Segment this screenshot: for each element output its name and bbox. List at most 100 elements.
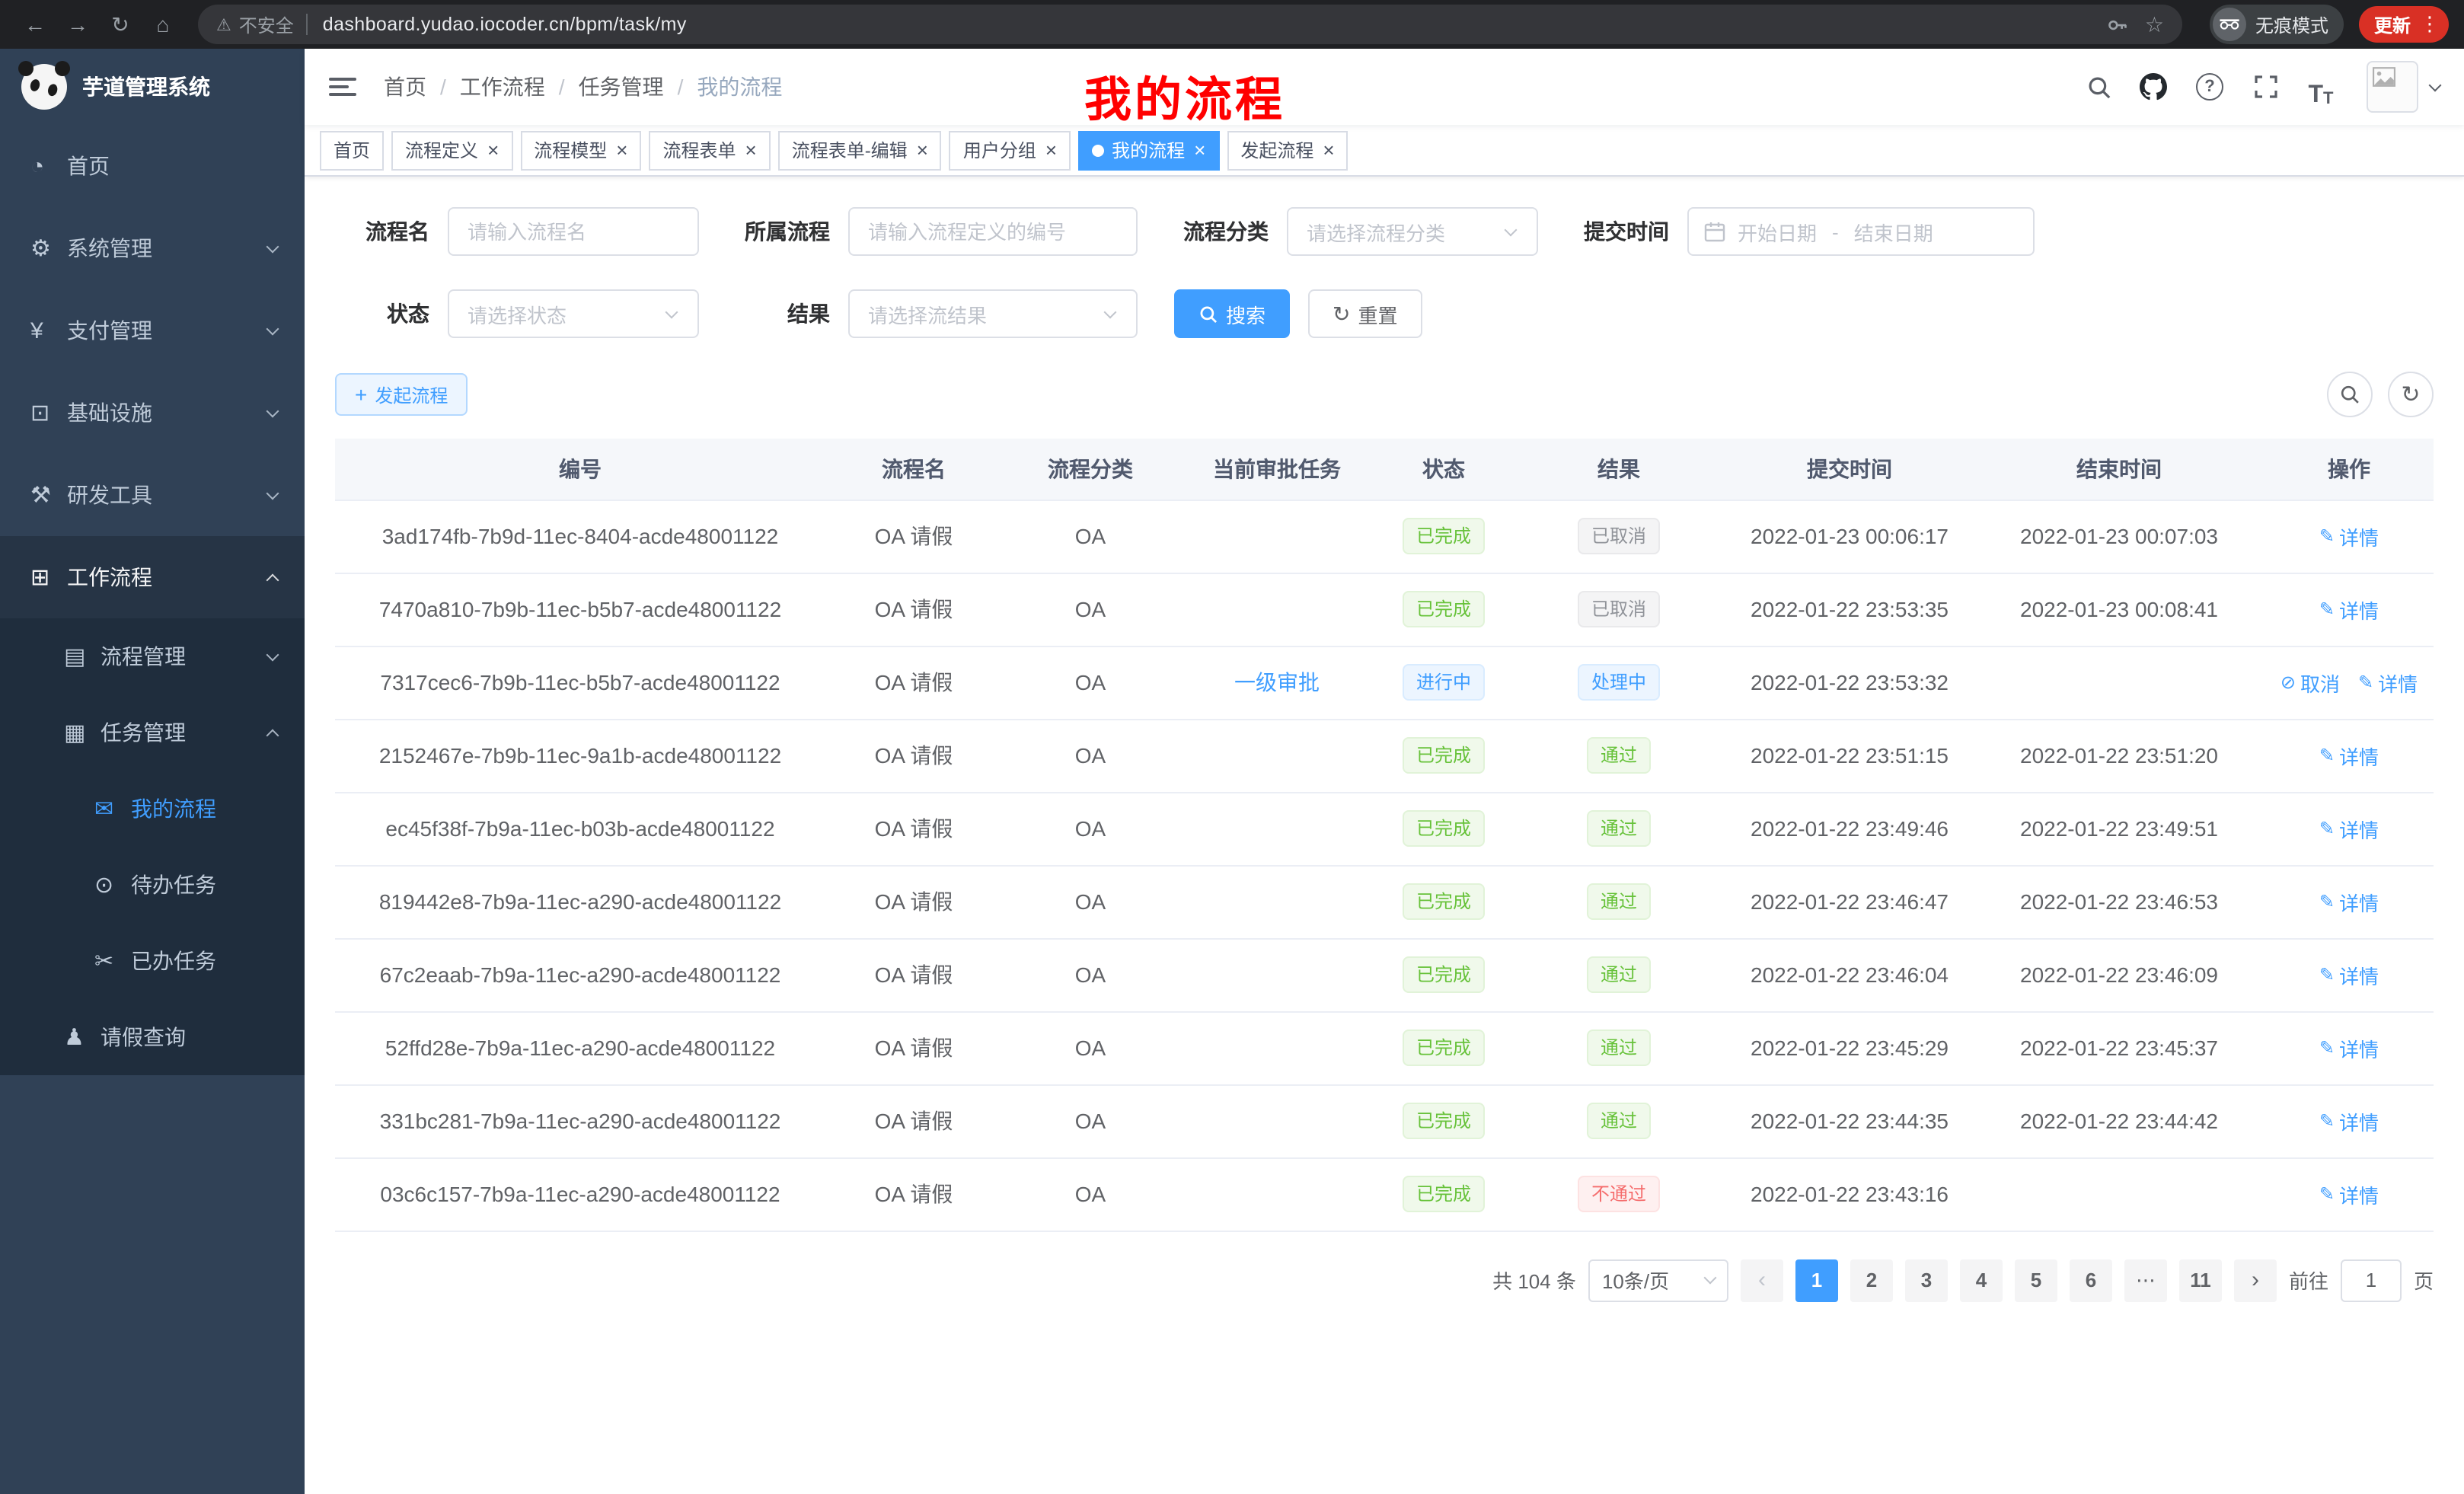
view-tab[interactable]: 首页 xyxy=(320,130,384,170)
search-toggle-button[interactable] xyxy=(2327,372,2373,417)
bookmark-star-icon[interactable]: ☆ xyxy=(2145,11,2164,37)
prev-page-button[interactable]: ‹ xyxy=(1741,1259,1783,1301)
url-text[interactable]: dashboard.yudao.iocoder.cn/bpm/task/my xyxy=(323,14,687,35)
process-def-input[interactable] xyxy=(848,207,1138,256)
table-cell: ✎详情 xyxy=(2265,865,2434,938)
sidebar-item-system[interactable]: ⚙系统管理 xyxy=(0,207,305,289)
close-icon[interactable]: × xyxy=(917,139,928,161)
process-name: OA 请假 xyxy=(875,889,953,914)
address-bar[interactable]: ⚠ 不安全 dashboard.yudao.iocoder.cn/bpm/tas… xyxy=(198,5,2182,44)
sidebar-item-task-mgmt[interactable]: ▦任务管理 xyxy=(0,694,305,771)
close-icon[interactable]: × xyxy=(745,139,757,161)
security-label[interactable]: 不安全 xyxy=(239,11,294,37)
sidebar-logo[interactable]: 芋道管理系统 xyxy=(0,49,305,125)
sidebar-item-todo-tasks[interactable]: ⊙待办任务 xyxy=(0,847,305,923)
view-tab[interactable]: 我的流程× xyxy=(1078,130,1219,170)
sidebar-item-label: 我的流程 xyxy=(131,793,277,824)
sidebar-menu: ◔首页⚙系统管理¥支付管理⊡基础设施⚒研发工具⊞工作流程▤流程管理▦任务管理✉我… xyxy=(0,125,305,1494)
process-category: OA xyxy=(1075,1036,1106,1060)
detail-button[interactable]: ✎详情 xyxy=(2319,522,2379,551)
view-tab[interactable]: 流程表单 × xyxy=(649,130,770,170)
page-button[interactable]: 11 xyxy=(2179,1259,2222,1301)
refresh-button[interactable]: ↻ xyxy=(2388,372,2434,417)
search-button[interactable]: 搜索 xyxy=(1174,289,1290,338)
detail-button[interactable]: ✎详情 xyxy=(2358,668,2418,697)
detail-button[interactable]: ✎详情 xyxy=(2319,1106,2379,1135)
column-header: 操作 xyxy=(2265,439,2434,500)
create-process-button[interactable]: + 发起流程 xyxy=(335,373,468,416)
tools-icon: ⚒ xyxy=(30,481,67,509)
status-tag: 已完成 xyxy=(1403,1176,1485,1212)
breadcrumb-item[interactable]: 首页 xyxy=(384,72,426,102)
table-cell: OA xyxy=(1002,646,1179,719)
page-button[interactable]: 2 xyxy=(1850,1259,1893,1301)
help-icon[interactable] xyxy=(2196,73,2223,101)
page-button[interactable]: 6 xyxy=(2070,1259,2112,1301)
sidebar-item-process-mgmt[interactable]: ▤流程管理 xyxy=(0,618,305,694)
detail-button[interactable]: ✎详情 xyxy=(2319,1180,2379,1208)
page-button[interactable]: 4 xyxy=(1960,1259,2003,1301)
tab-label: 流程表单 xyxy=(662,137,736,163)
collapse-sidebar-icon[interactable] xyxy=(329,78,356,96)
close-icon[interactable]: × xyxy=(1323,139,1334,161)
detail-button[interactable]: ✎详情 xyxy=(2319,595,2379,624)
close-icon[interactable]: × xyxy=(1045,139,1057,161)
view-tab[interactable]: 流程定义× xyxy=(391,130,512,170)
close-icon[interactable]: × xyxy=(487,139,499,161)
sidebar-item-leave-query[interactable]: ♟请假查询 xyxy=(0,999,305,1075)
detail-button[interactable]: ✎详情 xyxy=(2319,741,2379,770)
sidebar-item-devtools[interactable]: ⚒研发工具 xyxy=(0,454,305,536)
page-button[interactable]: 3 xyxy=(1905,1259,1948,1301)
detail-button[interactable]: ✎详情 xyxy=(2319,960,2379,989)
category-select[interactable]: 请选择流程分类 xyxy=(1287,207,1538,256)
view-tab[interactable]: 发起流程× xyxy=(1227,130,1348,170)
key-icon[interactable] xyxy=(2107,13,2130,36)
back-icon[interactable]: ← xyxy=(15,5,55,44)
next-page-button[interactable]: › xyxy=(2234,1259,2277,1301)
sidebar-item-done-tasks[interactable]: ✂已办任务 xyxy=(0,923,305,999)
view-tab[interactable]: 流程模型× xyxy=(520,130,641,170)
detail-button[interactable]: ✎详情 xyxy=(2319,814,2379,843)
incognito-badge[interactable]: 无痕模式 xyxy=(2210,5,2344,44)
sidebar-item-home[interactable]: ◔首页 xyxy=(0,125,305,207)
close-icon[interactable]: × xyxy=(616,139,627,161)
home-icon[interactable]: ⌂ xyxy=(143,5,183,44)
view-tab[interactable]: 用户分组× xyxy=(950,130,1071,170)
end-date-placeholder[interactable]: 结束日期 xyxy=(1854,217,1933,246)
page-button[interactable]: 5 xyxy=(2015,1259,2057,1301)
browser-menu-icon[interactable]: ⋮ xyxy=(2420,12,2440,37)
fullscreen-icon[interactable] xyxy=(2245,65,2287,108)
table-row: 7317cec6-7b9b-11ec-b5b7-acde48001122OA 请… xyxy=(335,646,2434,719)
sidebar-item-infra[interactable]: ⊡基础设施 xyxy=(0,372,305,454)
start-date-placeholder[interactable]: 开始日期 xyxy=(1738,217,1817,246)
chevron-down-icon[interactable] xyxy=(2429,78,2442,91)
search-icon[interactable] xyxy=(2077,65,2120,108)
result-select[interactable]: 请选择流结果 xyxy=(848,289,1138,338)
reload-icon[interactable]: ↻ xyxy=(101,5,140,44)
submit-time-range[interactable]: 开始日期 - 结束日期 xyxy=(1687,207,2035,256)
font-size-icon[interactable] xyxy=(2300,65,2342,108)
forward-icon[interactable]: → xyxy=(58,5,97,44)
sidebar-item-payment[interactable]: ¥支付管理 xyxy=(0,289,305,372)
goto-page-input[interactable] xyxy=(2341,1259,2402,1301)
avatar[interactable] xyxy=(2367,61,2418,113)
reset-button[interactable]: ↻ 重置 xyxy=(1308,289,1422,338)
cancel-button[interactable]: ⊘取消 xyxy=(2280,668,2340,697)
breadcrumb-item[interactable]: 任务管理 xyxy=(579,72,664,102)
detail-button[interactable]: ✎详情 xyxy=(2319,887,2379,916)
page-button[interactable]: 1 xyxy=(1795,1259,1838,1301)
close-icon[interactable]: × xyxy=(1194,139,1205,161)
process-name-input[interactable] xyxy=(448,207,699,256)
more-pages-button[interactable]: ⋯ xyxy=(2124,1259,2167,1301)
update-button[interactable]: 更新 ⋮ xyxy=(2359,6,2449,43)
view-tab[interactable]: 流程表单-编辑× xyxy=(778,130,942,170)
status-select[interactable]: 请选择状态 xyxy=(448,289,699,338)
page-size-select[interactable]: 10条/页 xyxy=(1588,1259,1728,1301)
sidebar-item-my-process[interactable]: ✉我的流程 xyxy=(0,771,305,847)
sidebar-item-workflow[interactable]: ⊞工作流程 xyxy=(0,536,305,618)
current-task-link[interactable]: 一级审批 xyxy=(1234,670,1320,694)
github-icon[interactable] xyxy=(2132,65,2175,108)
breadcrumb-item[interactable]: 工作流程 xyxy=(460,72,545,102)
detail-button[interactable]: ✎详情 xyxy=(2319,1033,2379,1062)
table-row: 3ad174fb-7b9d-11ec-8404-acde48001122OA 请… xyxy=(335,500,2434,573)
